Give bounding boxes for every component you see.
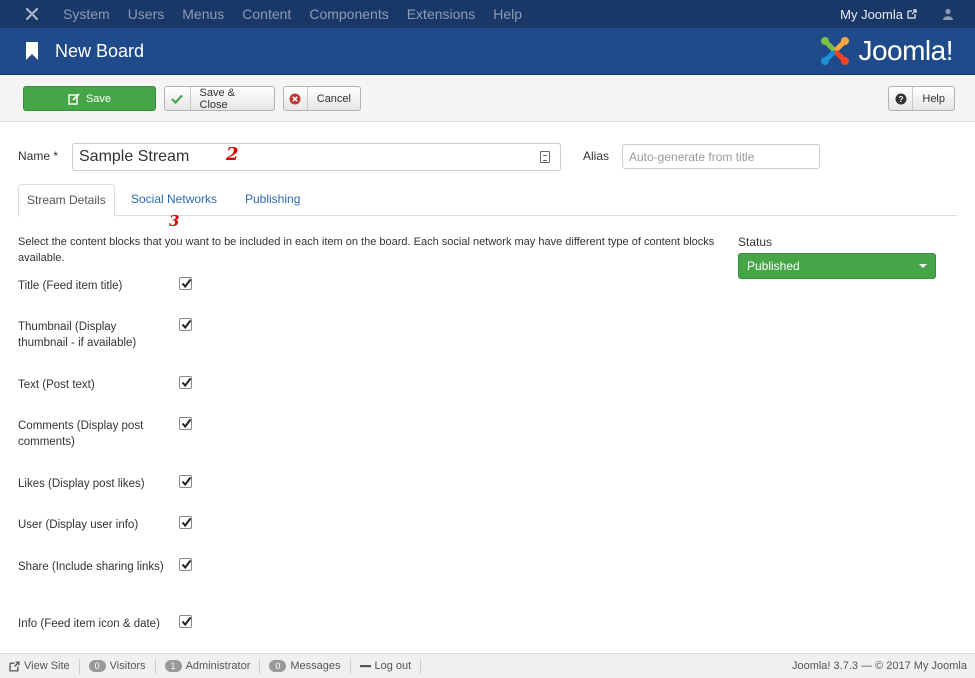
save-close-button[interactable]: Save & Close xyxy=(164,86,275,111)
option-info-checkbox[interactable] xyxy=(179,615,192,628)
caret-down-icon xyxy=(919,264,927,268)
joomla-wordmark: Joomla! xyxy=(858,35,953,66)
messages-label: Messages xyxy=(290,660,341,672)
alias-label: Alias xyxy=(583,149,610,163)
bookmark-icon xyxy=(26,42,38,60)
option-text-label: Text (Post text) xyxy=(18,379,95,391)
status-value: Published xyxy=(747,259,800,273)
calendar-icon xyxy=(540,151,550,163)
option-user-label: User (Display user info) xyxy=(18,519,139,531)
checkmark-icon xyxy=(181,559,192,570)
help-button[interactable]: ? Help xyxy=(888,86,955,111)
save-button[interactable]: Save xyxy=(23,86,156,111)
checkmark-icon xyxy=(181,517,192,528)
menu-content[interactable]: Content xyxy=(233,0,300,28)
menu-menus[interactable]: Menus xyxy=(173,0,233,28)
option-title-label: Title (Feed item title) xyxy=(18,280,123,292)
option-user-checkbox[interactable] xyxy=(179,516,192,529)
checkmark-icon xyxy=(181,418,192,429)
admin-label: Administrator xyxy=(185,660,251,672)
content-blocks-description: Select the content blocks that you want … xyxy=(18,236,715,264)
logout-label: Log out xyxy=(374,660,412,672)
option-likes-label: Likes (Display post likes) xyxy=(18,478,145,490)
tab-publishing[interactable]: Publishing xyxy=(237,184,308,216)
alias-input[interactable] xyxy=(622,144,820,169)
minus-icon xyxy=(359,665,371,668)
menu-components[interactable]: Components xyxy=(300,0,397,28)
menu-system[interactable]: System xyxy=(54,0,119,28)
svg-text:?: ? xyxy=(898,94,903,104)
joomla-logo-icon xyxy=(821,37,850,65)
visitors-link[interactable]: 0 Visitors xyxy=(80,658,156,674)
help-label: Help xyxy=(922,92,945,105)
checkmark-icon xyxy=(181,377,192,388)
cancel-circle-icon xyxy=(284,87,308,110)
checkmark-icon xyxy=(181,616,192,627)
view-site-label: View Site xyxy=(24,660,70,672)
annotation-2: 2 xyxy=(226,144,239,165)
cancel-label: Cancel xyxy=(316,92,351,105)
menu-extensions[interactable]: Extensions xyxy=(398,0,484,28)
checkmark-icon xyxy=(181,319,192,330)
logout-link[interactable]: Log out xyxy=(351,658,422,674)
option-info-label: Info (Feed item icon & date) xyxy=(18,618,160,630)
name-input[interactable]: Sample Stream xyxy=(72,143,561,171)
edit-icon xyxy=(68,87,80,110)
view-site-link[interactable]: View Site xyxy=(0,658,80,674)
checkmark-icon xyxy=(181,278,192,289)
page-title: New Board xyxy=(55,40,145,61)
annotation-3: 3 xyxy=(169,212,180,230)
site-link[interactable]: My Joomla xyxy=(840,7,917,22)
messages-link[interactable]: 0 Messages xyxy=(260,658,351,674)
visitors-count-badge: 0 xyxy=(88,660,106,672)
save-close-label: Save & Close xyxy=(199,86,236,111)
option-thumbnail-label: Thumbnail (Display thumbnail - if availa… xyxy=(18,321,137,349)
toolbar: Save Save & Close Cancel ? Help xyxy=(0,75,975,122)
save-button-label: Save xyxy=(85,92,112,105)
messages-count-badge: 0 xyxy=(269,660,287,672)
option-comments-label: Comments (Display post comments) xyxy=(18,420,144,448)
site-link-label: My Joomla xyxy=(840,6,903,22)
tab-bar: Stream Details Social Networks Publishin… xyxy=(18,184,957,217)
joomla-brand: Joomla! xyxy=(818,34,953,68)
visitors-label: Visitors xyxy=(109,660,146,672)
option-likes-checkbox[interactable] xyxy=(179,475,192,488)
menu-help[interactable]: Help xyxy=(484,0,531,28)
admin-count-badge: 1 xyxy=(164,660,182,672)
status-select[interactable]: Published xyxy=(738,253,936,279)
page-header: New Board Joomla! xyxy=(0,28,975,75)
name-value: Sample Stream xyxy=(79,148,190,165)
tab-stream-details[interactable]: Stream Details xyxy=(18,184,115,217)
admin-menu: System Users Menus Content Components Ex… xyxy=(54,0,531,28)
top-navbar: System Users Menus Content Components Ex… xyxy=(0,0,975,28)
question-icon: ? xyxy=(889,87,914,110)
option-share-checkbox[interactable] xyxy=(179,558,192,571)
joomla-menu-icon[interactable] xyxy=(18,0,46,28)
menu-users[interactable]: Users xyxy=(119,0,174,28)
option-title-checkbox[interactable] xyxy=(179,277,192,290)
copyright-text: Joomla! 3.7.3 — © 2017 My Joomla xyxy=(791,660,967,672)
check-icon xyxy=(165,87,191,110)
user-menu-icon[interactable] xyxy=(933,8,963,20)
checkmark-icon xyxy=(181,476,192,487)
option-text-checkbox[interactable] xyxy=(179,376,192,389)
option-thumbnail-checkbox[interactable] xyxy=(179,318,192,331)
administrator-link[interactable]: 1 Administrator xyxy=(156,658,261,674)
status-label: Status xyxy=(738,235,773,249)
external-link-icon xyxy=(907,9,917,19)
external-link-icon xyxy=(9,660,20,672)
option-share-label: Share (Include sharing links) xyxy=(18,561,164,573)
name-label: Name * xyxy=(18,149,59,163)
cancel-button[interactable]: Cancel xyxy=(283,86,361,111)
status-footer: View Site 0 Visitors 1 Administrator 0 M… xyxy=(0,653,975,678)
option-comments-checkbox[interactable] xyxy=(179,417,192,430)
